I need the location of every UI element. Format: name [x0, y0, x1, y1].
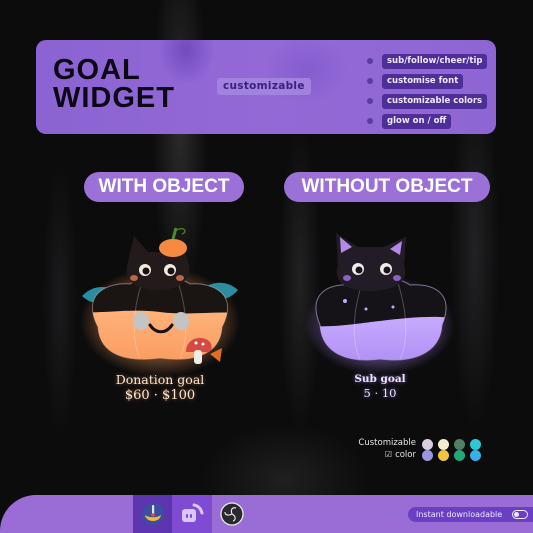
colors-label-text: color — [395, 450, 416, 460]
feature-item: glow on / off — [367, 111, 487, 131]
bullet-icon — [367, 98, 373, 104]
colors-label-line2: ☑ color — [385, 450, 416, 460]
streamlabs-platform — [133, 495, 173, 533]
twitch-platform — [172, 495, 212, 533]
goal-value: 5 · 10 — [363, 386, 397, 400]
sub-goal-widget: Sub goal 5 · 10 — [300, 225, 460, 410]
with-object-label: WITH OBJECT — [84, 172, 244, 202]
bullet-icon — [367, 118, 373, 124]
goal-value: $60 · $100 — [124, 388, 196, 403]
twitch-icon — [182, 503, 204, 522]
goal-title: Sub goal — [354, 373, 406, 385]
toggle-switch[interactable] — [512, 510, 528, 519]
footer-bar: Instant downloadable — [0, 495, 533, 533]
color-swatch — [470, 439, 481, 450]
feature-label: sub/follow/cheer/tip — [382, 53, 488, 69]
feature-label: customizable colors — [382, 93, 488, 109]
color-swatch — [454, 439, 465, 450]
page-title: GOAL WIDGET — [53, 54, 175, 114]
download-label: Instant downloadable — [416, 510, 503, 519]
streamlabs-icon — [142, 503, 164, 525]
customizable-colors-legend: Customizable ☑ color — [352, 438, 492, 466]
instant-download-badge: Instant downloadable — [408, 507, 533, 522]
title-line-1: GOAL — [53, 54, 141, 86]
bullet-icon — [367, 78, 373, 84]
checkbox-icon: ☑ — [384, 450, 393, 459]
header-banner: GOAL WIDGET customizable sub/follow/chee… — [36, 40, 496, 134]
color-swatch — [422, 450, 433, 461]
color-swatch — [422, 439, 433, 450]
pumpkin-hat-icon — [159, 227, 187, 257]
title-line-2: WIDGET — [53, 82, 175, 114]
feature-item: customizable colors — [367, 91, 488, 111]
customizable-badge: customizable — [217, 78, 311, 95]
obs-icon — [220, 502, 244, 526]
color-swatch — [438, 450, 449, 461]
feature-list: sub/follow/cheer/tip customise font cust… — [367, 51, 488, 131]
color-swatch — [454, 450, 465, 461]
donation-goal-widget: Donation goal $60 · $100 — [70, 222, 250, 412]
without-object-label: WITHOUT OBJECT — [284, 172, 490, 202]
goal-title: Donation goal — [115, 372, 205, 387]
obs-platform — [212, 495, 252, 533]
feature-label: glow on / off — [382, 113, 452, 129]
feature-item: customise font — [367, 71, 487, 91]
color-swatch — [470, 450, 481, 461]
black-cat-icon — [336, 233, 406, 291]
feature-item: sub/follow/cheer/tip — [367, 51, 488, 71]
color-swatch — [438, 439, 449, 450]
colors-label-line1: Customizable — [358, 438, 416, 448]
bullet-icon — [367, 58, 373, 64]
feature-label: customise font — [382, 73, 464, 89]
